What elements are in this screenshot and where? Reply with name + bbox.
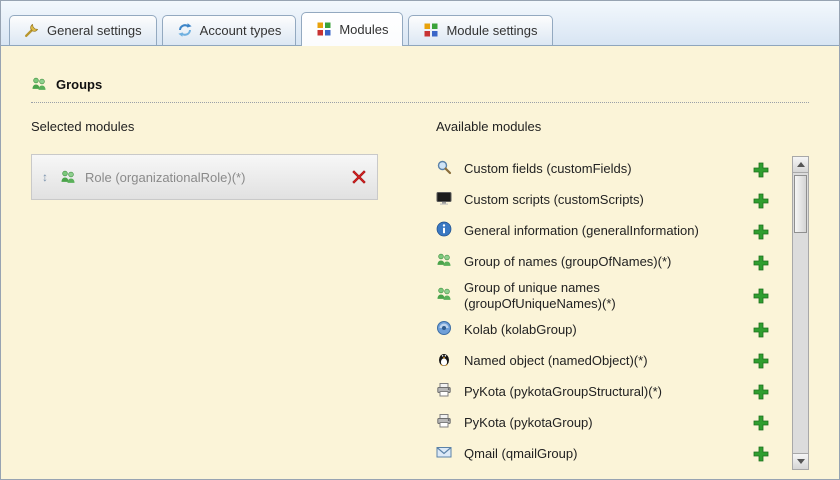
available-module-row: Custom fields (customFields)	[436, 154, 783, 185]
add-module-button[interactable]	[753, 224, 769, 240]
mail-icon	[436, 444, 454, 465]
add-module-button[interactable]	[753, 162, 769, 178]
tab-label: Account types	[199, 22, 282, 38]
group-icon	[31, 76, 47, 92]
available-module-row: Kolab (kolabGroup)	[436, 315, 783, 346]
module-label: Custom fields (customFields)	[464, 161, 632, 177]
module-label: Group of names (groupOfNames)(*)	[464, 254, 672, 270]
add-module-button[interactable]	[753, 322, 769, 338]
module-label: Qmail (qmailGroup)	[464, 445, 578, 461]
printer-icon	[436, 382, 454, 403]
module-label: General information (generalInformation)	[464, 223, 699, 239]
selected-modules-column: Selected modules ↕ Role (organizationalR…	[31, 119, 406, 474]
magnifier-icon	[436, 159, 454, 180]
lam-configuration-page: General settings Account types Modules M…	[0, 0, 840, 480]
available-module-row: Group of names (groupOfNames)(*)	[436, 247, 783, 278]
tab-modules[interactable]: Modules	[301, 12, 404, 46]
tab-label: Modules	[339, 21, 389, 37]
add-module-button[interactable]	[753, 446, 769, 462]
add-module-button[interactable]	[753, 255, 769, 271]
available-module-row: Qmail (qmailGroup)	[436, 439, 783, 470]
tab-general-settings[interactable]: General settings	[9, 15, 157, 45]
section-heading: Groups	[31, 76, 809, 103]
available-module-row: PyKota (pykotaGroupStructural)(*)	[436, 377, 783, 408]
group-icon	[436, 252, 454, 273]
scroll-down-button[interactable]	[793, 453, 808, 469]
add-module-button[interactable]	[753, 353, 769, 369]
available-module-row: Named object (namedObject)(*)	[436, 346, 783, 377]
scrollbar-thumb[interactable]	[794, 175, 807, 233]
module-label: PyKota (pykotaGroup)	[464, 414, 593, 430]
group-icon	[60, 169, 76, 185]
arrow-up-icon	[796, 162, 805, 167]
page-title: Groups	[56, 76, 103, 92]
kolab-icon	[436, 320, 454, 341]
selected-modules-heading: Selected modules	[31, 119, 135, 134]
available-modules-list: Custom fields (customFields) Custom scri…	[436, 154, 809, 474]
module-label: Kolab (kolabGroup)	[464, 321, 577, 337]
module-label: PyKota (pykotaGroupStructural)(*)	[464, 383, 662, 399]
add-module-button[interactable]	[753, 415, 769, 431]
add-module-button[interactable]	[753, 384, 769, 400]
module-label: Custom scripts (customScripts)	[464, 192, 644, 208]
drag-handle-icon[interactable]: ↕	[42, 170, 48, 184]
available-modules-column: Available modules Custom fields (customF…	[436, 119, 809, 474]
remove-module-button[interactable]	[351, 169, 367, 185]
available-module-row: General information (generalInformation)	[436, 216, 783, 247]
sync-arrows-icon	[177, 22, 193, 38]
module-label: Named object (namedObject)(*)	[464, 352, 648, 368]
tab-bar: General settings Account types Modules M…	[1, 1, 839, 46]
wrench-icon	[24, 22, 40, 38]
vertical-scrollbar[interactable]	[792, 156, 809, 470]
printer-icon	[436, 413, 454, 434]
tab-account-types[interactable]: Account types	[161, 15, 297, 45]
available-module-row: Custom scripts (customScripts)	[436, 185, 783, 216]
available-module-row: Group of unique names (groupOfUniqueName…	[436, 278, 783, 315]
module-label: Group of unique names (groupOfUniqueName…	[464, 280, 616, 312]
modules-columns: Selected modules ↕ Role (organizationalR…	[31, 119, 809, 474]
scroll-up-button[interactable]	[793, 157, 808, 173]
add-module-button[interactable]	[753, 288, 769, 304]
modules-icon	[316, 21, 332, 37]
available-module-row: PyKota (pykotaGroup)	[436, 408, 783, 439]
modules-content: Groups Selected modules ↕ Role (organiza…	[1, 46, 839, 479]
arrow-down-icon	[796, 459, 805, 464]
terminal-icon	[436, 190, 454, 211]
group-icon	[436, 286, 454, 307]
add-module-button[interactable]	[753, 193, 769, 209]
tab-label: General settings	[47, 22, 142, 38]
tab-module-settings[interactable]: Module settings	[408, 15, 553, 45]
tab-label: Module settings	[446, 22, 538, 38]
selected-module-label: Role (organizationalRole)(*)	[85, 169, 246, 185]
available-modules-heading: Available modules	[436, 119, 542, 134]
selected-module-row: ↕ Role (organizationalRole)(*)	[31, 154, 378, 200]
info-icon	[436, 221, 454, 242]
module-settings-icon	[423, 22, 439, 38]
penguin-icon	[436, 351, 454, 372]
